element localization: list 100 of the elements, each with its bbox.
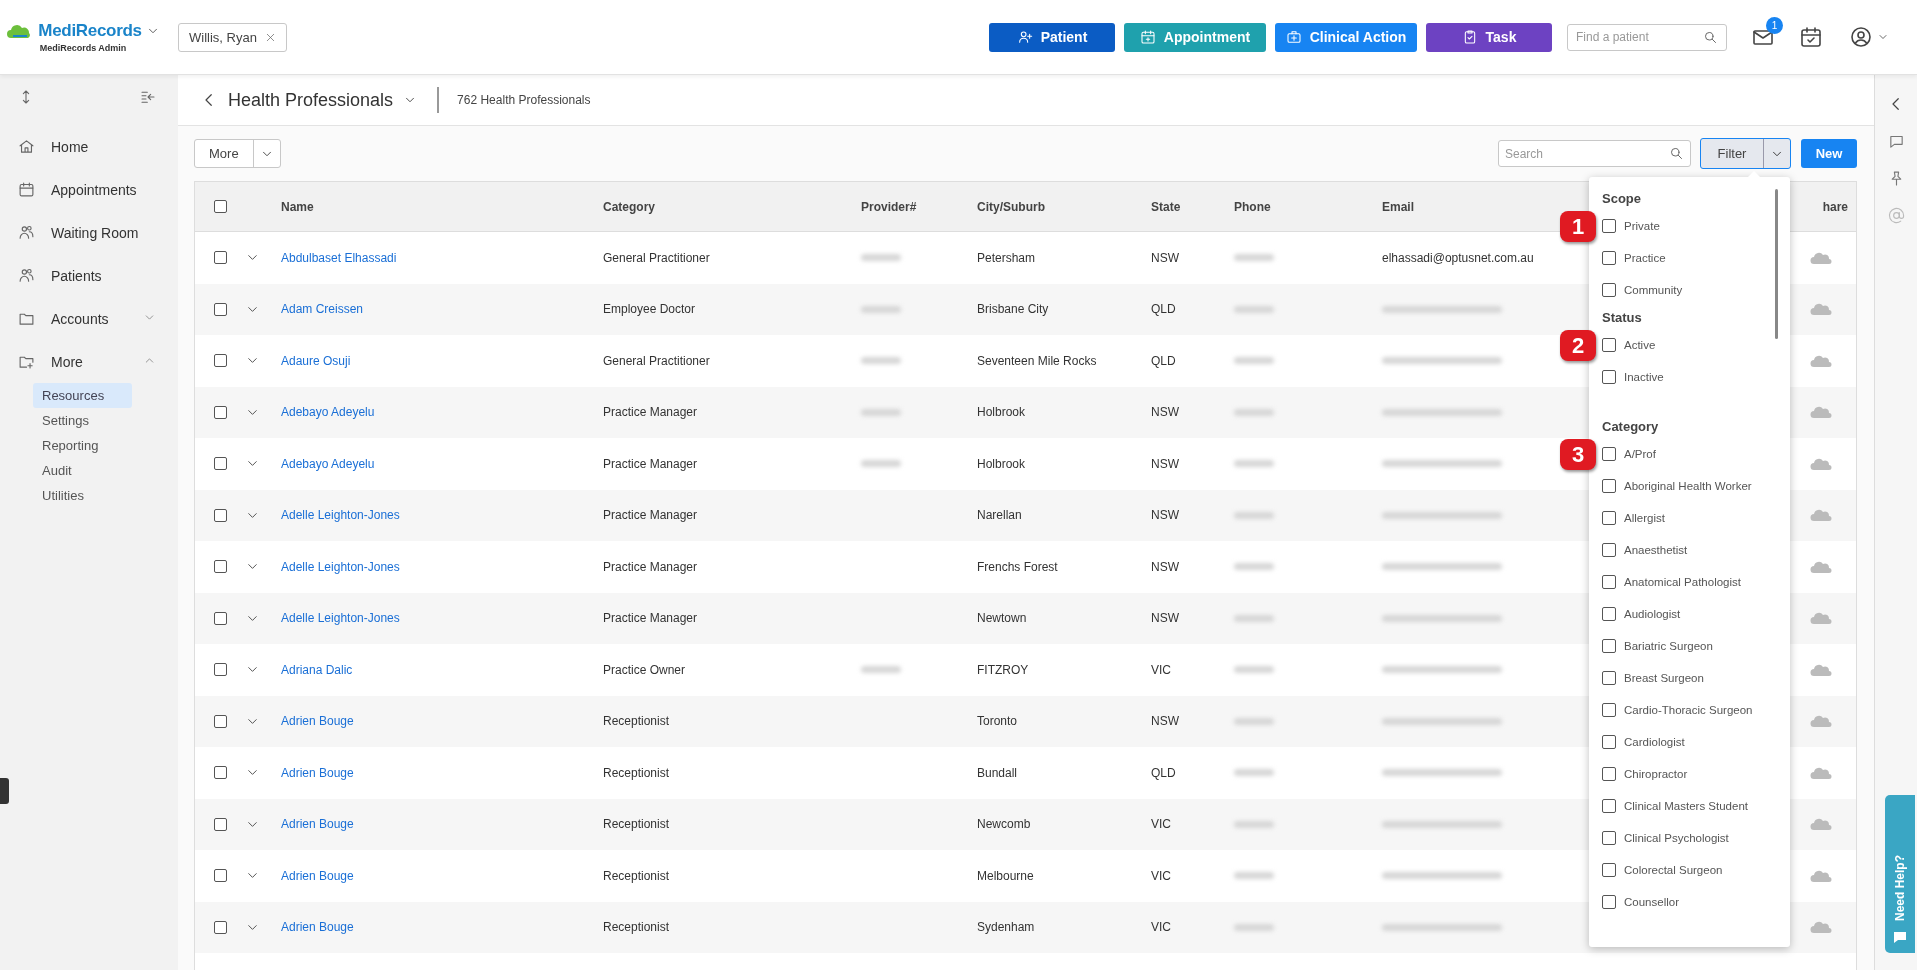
filter-checkbox[interactable] (1602, 799, 1616, 813)
checkbox-label[interactable]: Private (1624, 220, 1660, 232)
filter-checkbox[interactable] (1602, 703, 1616, 717)
action-button[interactable]: Patient (989, 22, 1115, 52)
row-checkbox[interactable] (213, 869, 227, 883)
checkbox-label[interactable]: Aboriginal Health Worker (1624, 480, 1752, 492)
nav-subitem[interactable]: Settings (33, 408, 132, 433)
name-link[interactable]: Adriana Dalic (281, 662, 603, 677)
row-checkbox[interactable] (213, 302, 227, 316)
row-checkbox[interactable] (213, 457, 227, 471)
name-link[interactable]: Adelle Leighton-Jones (281, 508, 603, 523)
checkbox-label[interactable]: Active (1624, 339, 1656, 351)
filter-checkbox[interactable] (1602, 479, 1616, 493)
briefcase-plus-icon (1285, 29, 1302, 45)
row-checkbox[interactable] (213, 251, 227, 265)
filter-checkbox[interactable] (1602, 511, 1616, 525)
column-header[interactable]: Category (603, 199, 861, 214)
new-button[interactable]: New (1801, 139, 1857, 168)
column-header[interactable]: City/Suburb (977, 199, 1151, 214)
nav-item[interactable]: Appointments (0, 168, 178, 211)
row-checkbox[interactable] (213, 920, 227, 934)
name-link[interactable]: Adebayo Adeyelu (281, 456, 603, 471)
nav-item[interactable]: Waiting Room (0, 211, 178, 254)
more-menu-button[interactable]: More (194, 139, 281, 168)
row-checkbox[interactable] (213, 817, 227, 831)
action-button[interactable]: Clinical Action (1275, 22, 1417, 52)
checkbox-label[interactable]: Colorectal Surgeon (1624, 864, 1723, 876)
nav-item[interactable]: Home (0, 125, 178, 168)
checkbox-label[interactable]: Anatomical Pathologist (1624, 576, 1741, 588)
filter-checkbox[interactable] (1602, 575, 1616, 589)
filter-checkbox[interactable] (1602, 671, 1616, 685)
checkbox-label[interactable]: Chiropractor (1624, 768, 1688, 780)
name-link[interactable]: Adrien Bouge (281, 817, 603, 832)
column-header[interactable]: hare (1822, 199, 1856, 214)
side-widget-tab[interactable] (0, 778, 9, 804)
checkbox-label[interactable]: Cardiologist (1624, 736, 1685, 748)
action-button[interactable]: Task (1426, 22, 1552, 52)
checkbox-label[interactable]: Bariatric Surgeon (1624, 640, 1713, 652)
name-link[interactable]: Adaure Osuji (281, 353, 603, 368)
filter-checkbox[interactable] (1602, 735, 1616, 749)
filter-checkbox[interactable] (1602, 447, 1616, 461)
filter-checkbox[interactable] (1602, 831, 1616, 845)
row-checkbox[interactable] (213, 354, 227, 368)
row-checkbox[interactable] (213, 714, 227, 728)
nav-subitem[interactable]: Reporting (33, 433, 132, 458)
row-checkbox[interactable] (213, 766, 227, 780)
checkbox-label[interactable]: Inactive (1624, 371, 1664, 383)
filter-checkbox[interactable] (1602, 767, 1616, 781)
name-link[interactable]: Adebayo Adeyelu (281, 405, 603, 420)
nav-item[interactable]: More (0, 340, 178, 383)
nav-subitem[interactable]: Resources (33, 383, 132, 408)
column-header[interactable]: Name (281, 199, 603, 214)
row-checkbox[interactable] (213, 611, 227, 625)
checkbox-label[interactable]: Community (1624, 284, 1683, 296)
nav-item[interactable]: Patients (0, 254, 178, 297)
checkbox-label[interactable]: Clinical Psychologist (1624, 832, 1729, 844)
row-checkbox[interactable] (213, 405, 227, 419)
table-cell-text: Brisbane City (977, 302, 1050, 317)
checkbox-label[interactable]: Clinical Masters Student (1624, 800, 1748, 812)
name-link[interactable]: Adrien Bouge (281, 868, 603, 883)
filter-checkbox[interactable] (1602, 639, 1616, 653)
checkbox-label[interactable]: Audiologist (1624, 608, 1681, 620)
nav-subitem[interactable]: Audit (33, 458, 132, 483)
column-header[interactable]: State (1151, 199, 1234, 214)
name-link[interactable]: Adam Creissen (281, 302, 603, 317)
checkbox-label[interactable]: Allergist (1624, 512, 1665, 524)
checkbox-label[interactable]: Cardio-Thoracic Surgeon (1624, 704, 1753, 716)
name-link[interactable]: Adelle Leighton-Jones (281, 611, 603, 626)
row-checkbox[interactable] (213, 663, 227, 677)
row-checkbox[interactable] (213, 560, 227, 574)
name-link[interactable]: Abdulbaset Elhassadi (281, 250, 603, 265)
page-title[interactable]: Health Professionals (228, 89, 394, 111)
filter-checkbox[interactable] (1602, 370, 1616, 384)
checkbox-label[interactable]: Breast Surgeon (1624, 672, 1704, 684)
row-checkbox[interactable] (213, 508, 227, 522)
checkbox-label[interactable]: Counsellor (1624, 896, 1679, 908)
nav-item[interactable]: Accounts (0, 297, 178, 340)
filter-checkbox[interactable] (1602, 863, 1616, 877)
checkbox-label[interactable]: Anaesthetist (1624, 544, 1688, 556)
filter-checkbox[interactable] (1602, 895, 1616, 909)
filter-checkbox[interactable] (1602, 219, 1616, 233)
checkbox-label[interactable]: A/Prof (1624, 448, 1656, 460)
filter-button[interactable]: Filter (1700, 138, 1791, 169)
select-all-checkbox[interactable] (213, 200, 227, 213)
filter-checkbox[interactable] (1602, 283, 1616, 297)
name-link[interactable]: Adelle Leighton-Jones (281, 559, 603, 574)
table-cell-text: Narellan (977, 508, 1023, 523)
table-cell-text: Practice Manager (603, 559, 699, 574)
name-link[interactable]: Adrien Bouge (281, 920, 603, 935)
name-link[interactable]: Adrien Bouge (281, 765, 603, 780)
filter-checkbox[interactable] (1602, 338, 1616, 352)
checkbox-label[interactable]: Practice (1624, 252, 1666, 264)
column-header[interactable]: Provider# (861, 199, 977, 214)
filter-checkbox[interactable] (1602, 543, 1616, 557)
name-link[interactable]: Adrien Bouge (281, 714, 603, 729)
filter-checkbox[interactable] (1602, 251, 1616, 265)
patient-tab[interactable]: Willis, Ryan (178, 22, 287, 52)
filter-checkbox[interactable] (1602, 607, 1616, 621)
nav-subitem[interactable]: Utilities (33, 483, 132, 508)
column-header[interactable]: Phone (1234, 199, 1382, 214)
